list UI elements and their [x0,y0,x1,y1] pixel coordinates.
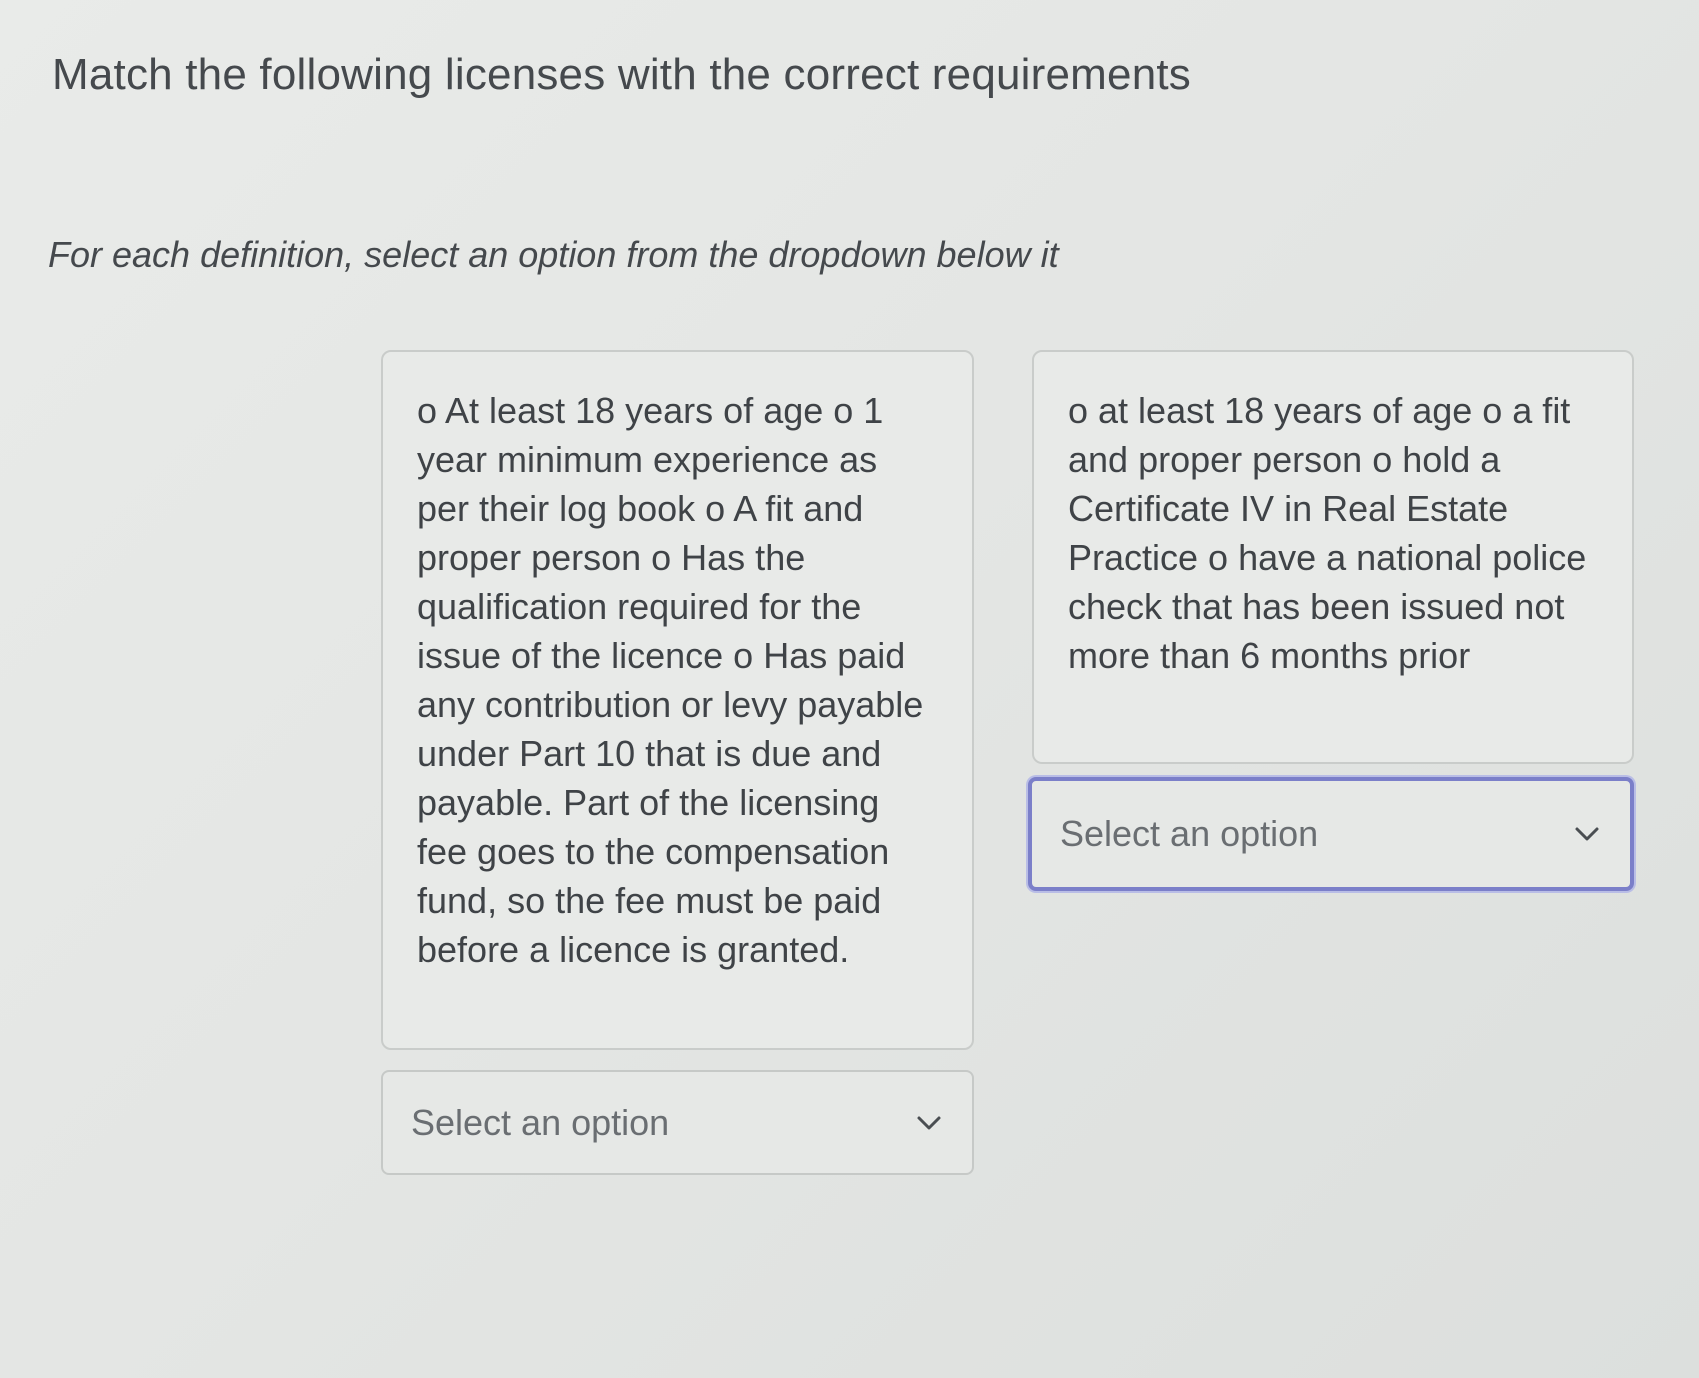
page-title: Match the following licenses with the co… [52,50,1191,99]
chevron-down-icon [1572,824,1602,844]
answer-dropdown-1[interactable]: Select an option [381,1070,974,1175]
dropdown-placeholder: Select an option [1060,813,1319,854]
instruction-text: For each definition, select an option fr… [48,234,1059,275]
chevron-down-icon [914,1113,944,1133]
definition-card-2: o at least 18 years of age o a fit and p… [1032,350,1634,764]
dropdown-placeholder: Select an option [411,1101,670,1143]
answer-dropdown-2[interactable]: Select an option [1028,777,1634,891]
definition-text: o At least 18 years of age o 1 year mini… [417,390,924,970]
definition-card-1: o At least 18 years of age o 1 year mini… [381,350,974,1050]
definition-text: o at least 18 years of age o a fit and p… [1068,390,1587,676]
